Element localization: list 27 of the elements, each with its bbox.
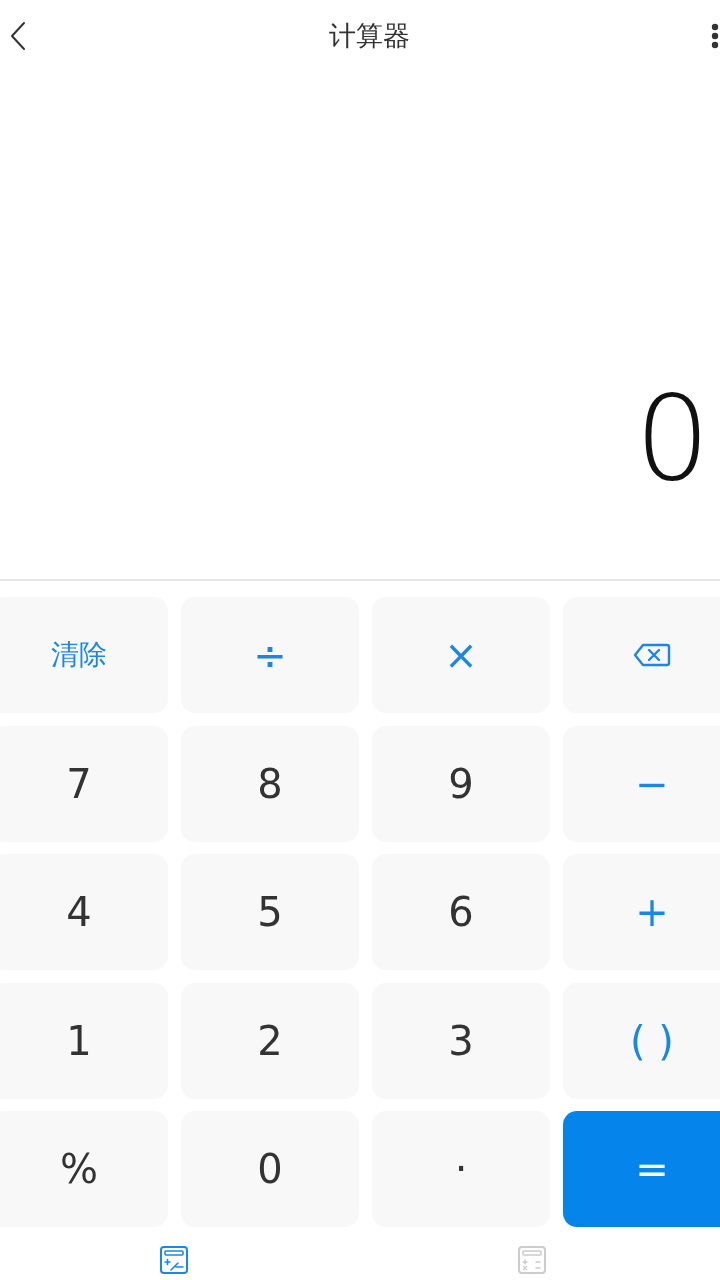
operator-key[interactable]: × — [372, 597, 550, 713]
calculator-tab[interactable] — [159, 1244, 189, 1275]
backspace-icon — [633, 643, 671, 667]
number-key[interactable]: 2 — [181, 982, 359, 1099]
operator-key[interactable]: ÷ — [181, 597, 359, 713]
page-title: 计算器 — [329, 19, 410, 53]
number-key[interactable]: 8 — [181, 725, 359, 842]
calculator-plus-minus-icon — [159, 1244, 189, 1275]
back-icon — [10, 21, 26, 51]
number-key[interactable]: 6 — [372, 854, 550, 970]
number-key[interactable]: 3 — [372, 982, 550, 1099]
result-display: 0 — [634, 379, 710, 497]
equals-key[interactable]: = — [563, 1111, 720, 1227]
operator-key[interactable]: − — [563, 725, 720, 842]
number-key[interactable]: 7 — [0, 725, 168, 842]
number-key[interactable]: 5 — [181, 854, 359, 970]
clear-button[interactable]: 清除 — [0, 597, 168, 713]
operator-key[interactable]: + — [563, 854, 720, 970]
operator-key[interactable]: ( ) — [563, 982, 720, 1099]
number-key[interactable]: 0 — [181, 1111, 359, 1227]
number-key[interactable]: % — [0, 1111, 168, 1227]
calculator-icon — [517, 1244, 547, 1275]
more-icon — [711, 23, 719, 49]
number-key[interactable]: · — [372, 1111, 550, 1227]
number-key[interactable]: 4 — [0, 854, 168, 970]
number-key[interactable]: 1 — [0, 982, 168, 1099]
number-key[interactable]: 9 — [372, 725, 550, 842]
